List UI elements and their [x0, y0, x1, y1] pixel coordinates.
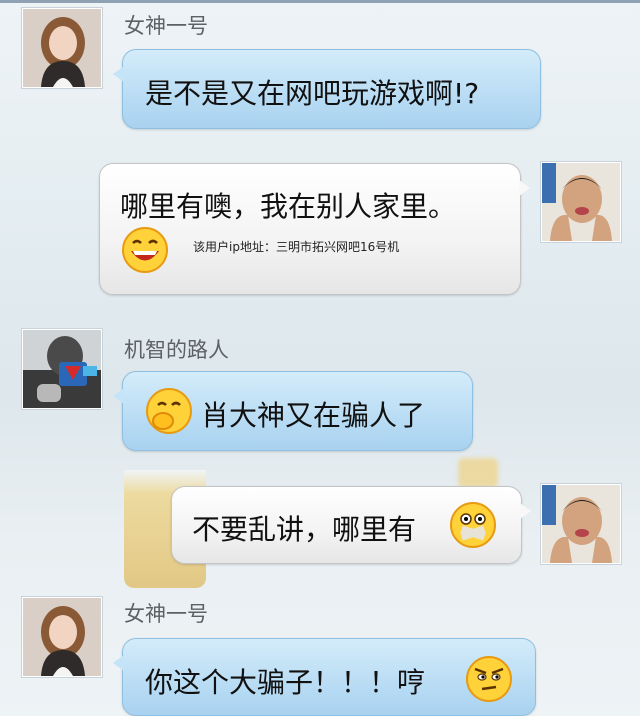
message-text: 肖大神又在骗人了 [201, 399, 426, 432]
message-text: 不要乱讲，哪里有 [192, 513, 417, 546]
bubble-tail [113, 655, 124, 671]
girl-avatar[interactable] [22, 8, 102, 88]
message-bubble[interactable]: 哪里有噢，我在别人家里。 该用户ip地址：三明市拓兴网吧16号机 [99, 163, 530, 295]
message-bubble[interactable]: 不要乱讲，哪里有 [171, 486, 531, 564]
message-text: 是不是又在网吧玩游戏啊!? [145, 77, 480, 110]
message-bubble[interactable]: 是不是又在网吧玩游戏啊!? [113, 49, 541, 129]
message-bubble[interactable]: 肖大神又在骗人了 [113, 371, 473, 451]
message-bubble[interactable]: 你这个大骗子！！！哼 [113, 638, 536, 716]
bubble-tail [520, 503, 531, 519]
angry-emoji-icon [465, 655, 513, 707]
bubble-tail [519, 180, 530, 196]
sender-name: 女神一号 [124, 602, 208, 626]
grin-emoji-icon [121, 226, 169, 278]
taped-mouth-emoji-icon [449, 501, 497, 553]
boy-avatar[interactable] [541, 484, 621, 564]
message-text: 你这个大骗子！！！哼 [145, 666, 426, 699]
girl-avatar[interactable] [22, 597, 102, 677]
bubble-tail [113, 66, 124, 82]
snicker-emoji-icon [145, 387, 193, 439]
boy-avatar[interactable] [541, 162, 621, 242]
passerby-avatar[interactable] [22, 329, 102, 409]
sender-name: 女神一号 [124, 14, 208, 38]
sender-name: 机智的路人 [124, 338, 229, 362]
ip-address-note: 该用户ip地址：三明市拓兴网吧16号机 [193, 240, 400, 254]
background-light-decoration [458, 458, 498, 488]
bubble-tail [113, 388, 124, 404]
top-border [0, 0, 640, 3]
message-text: 哪里有噢，我在别人家里。 [120, 190, 457, 223]
